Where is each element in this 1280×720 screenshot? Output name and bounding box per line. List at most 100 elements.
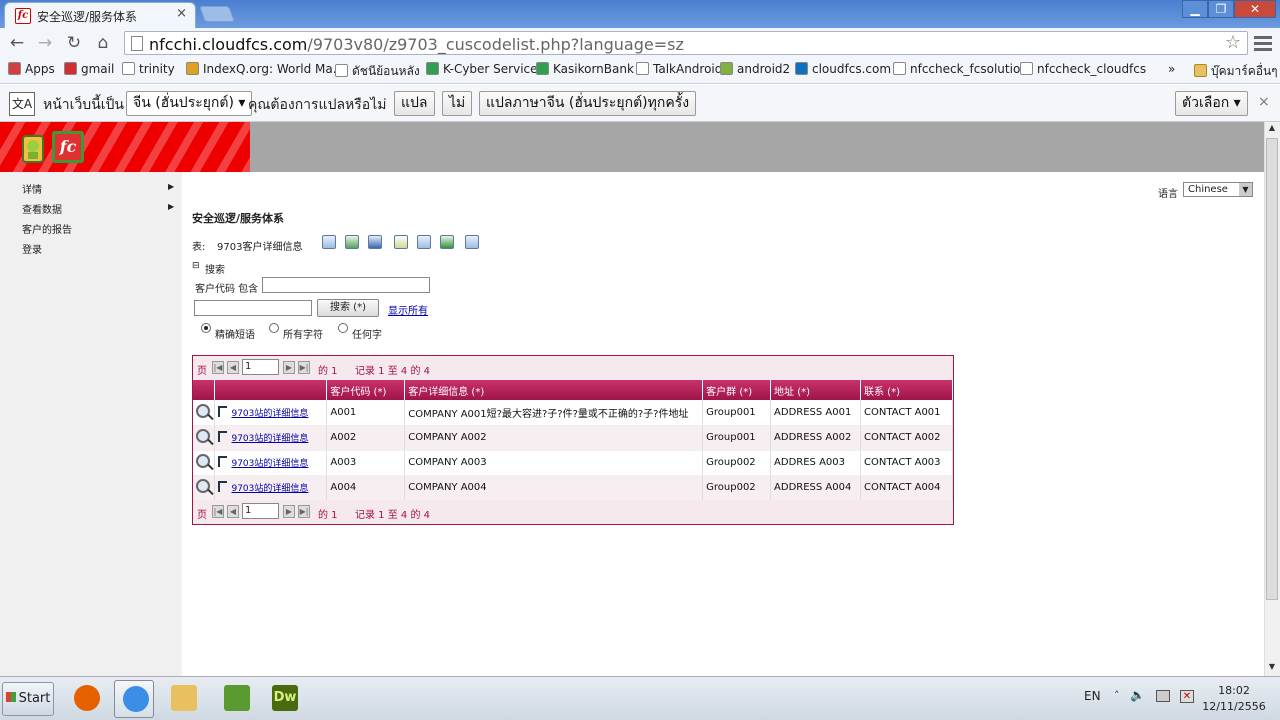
apps-grid-icon[interactable] [216, 680, 256, 718]
details-link[interactable]: 9703站的详细信息 [231, 409, 308, 419]
table-row: 9703站的详细信息 A004 COMPANY A004 Group002 ADDRES… [193, 475, 953, 501]
show-all-link[interactable]: 显示所有 [388, 302, 428, 317]
last-page-icon[interactable]: ▶| [298, 505, 310, 518]
tab-close-icon[interactable]: × [176, 6, 187, 21]
translate-close-icon[interactable]: × [1258, 94, 1270, 110]
last-page-icon[interactable]: ▶| [298, 361, 310, 374]
export-word-icon[interactable] [368, 235, 382, 249]
view-magnifier-icon[interactable] [196, 479, 210, 493]
bookmark-star-icon[interactable]: ☆ [1225, 32, 1241, 53]
bookmark-item[interactable]: trinity [122, 62, 175, 76]
tray-expand-icon[interactable]: ˄ [1114, 689, 1120, 702]
browser-tab[interactable]: fc 安全巡逻/服务体系 × [4, 2, 196, 28]
view-magnifier-icon[interactable] [196, 454, 210, 468]
address-bar[interactable]: nfcchi.cloudfcs.com/9703v80/z9703_cuscod… [124, 31, 1248, 55]
radio-exact-phrase[interactable] [201, 323, 211, 333]
translate-language-select[interactable]: จีน (ฮั่นประยุกต์) ▾ [126, 91, 253, 116]
bookmark-item[interactable]: nfccheck_cloudfcs [1020, 62, 1146, 76]
first-page-icon[interactable]: |◀ [212, 505, 224, 518]
forward-icon[interactable]: → [34, 33, 56, 53]
pager-label: 页 [197, 510, 207, 521]
sidebar-item-customer-report[interactable]: 客户的报告 [22, 221, 72, 236]
collapse-search-icon[interactable]: ⊟ [192, 261, 200, 271]
home-icon[interactable]: ⌂ [92, 33, 114, 53]
bookmark-item[interactable]: gmail [64, 62, 114, 76]
search-value-input[interactable] [262, 277, 430, 293]
maximize-button[interactable]: ❐ [1208, 0, 1234, 18]
bookmark-item[interactable]: cloudfcs.com [795, 62, 891, 76]
records-label: 记录 1 至 4 的 4 [355, 510, 430, 521]
minimize-button[interactable]: ▁ [1182, 0, 1208, 18]
details-link[interactable]: 9703站的详细信息 [231, 434, 308, 444]
back-icon[interactable]: ← [6, 33, 28, 53]
sidebar-item-view-data[interactable]: 查看数据 [22, 201, 62, 216]
chrome-icon[interactable] [114, 680, 154, 718]
bookmarks-overflow-chevron[interactable]: » [1168, 62, 1175, 76]
view-magnifier-icon[interactable] [196, 403, 210, 418]
window-close-button[interactable]: ✕ [1234, 0, 1276, 18]
prev-page-icon[interactable]: ◀ [227, 505, 239, 518]
column-header-customer-group[interactable]: 客户群 (*) [702, 380, 772, 400]
radio-all-words[interactable] [269, 323, 279, 333]
column-header-address[interactable]: 地址 (*) [770, 380, 861, 400]
reload-icon[interactable]: ↻ [63, 33, 85, 53]
details-link[interactable]: 9703站的详细信息 [231, 484, 308, 494]
clock-time[interactable]: 18:02 [1204, 684, 1264, 697]
email-icon[interactable] [465, 235, 479, 249]
export-xml-icon[interactable] [394, 235, 408, 249]
other-bookmarks-folder[interactable]: บุ๊คมาร์คอื่นๆ [1194, 62, 1278, 81]
bookmark-item[interactable]: nfccheck_fcsolution [893, 62, 1028, 76]
page-number-input[interactable]: 1 [242, 503, 279, 519]
page-number-input[interactable]: 1 [242, 359, 279, 375]
customer-detail-cell: COMPANY A003 [404, 450, 704, 476]
view-magnifier-icon[interactable] [196, 429, 210, 443]
bookmark-item[interactable]: KasikornBank [536, 62, 634, 76]
column-header-customer-code[interactable]: 客户代码 (*) [326, 380, 406, 400]
sidebar-item-login[interactable]: 登录 [22, 241, 42, 256]
bookmark-item[interactable]: android2 [720, 62, 790, 76]
tab-title: 安全巡逻/服务体系 [37, 10, 138, 24]
start-button[interactable]: Start [2, 682, 54, 716]
prev-page-icon[interactable]: ◀ [227, 361, 239, 374]
bookmark-item[interactable]: ดัชนีย้อนหลัง [335, 62, 420, 81]
search-field-input[interactable] [194, 300, 312, 316]
language-select[interactable]: Chinese ▼ [1183, 182, 1253, 197]
export-pdf-icon[interactable] [440, 235, 454, 249]
first-page-icon[interactable]: |◀ [212, 361, 224, 374]
bookmark-item[interactable]: TalkAndroid [636, 62, 722, 76]
network-icon[interactable] [1156, 690, 1170, 702]
search-button[interactable]: 搜索 (*) [317, 299, 379, 317]
translate-no-button[interactable]: ไม่ [442, 91, 473, 116]
language-indicator[interactable]: EN [1084, 689, 1101, 703]
chrome-menu-icon[interactable] [1254, 33, 1272, 51]
android-logo-icon [22, 135, 44, 163]
firefox-icon[interactable] [66, 680, 106, 718]
next-page-icon[interactable]: ▶ [283, 361, 295, 374]
bookmark-item[interactable]: Apps [8, 62, 55, 76]
scroll-down-icon[interactable]: ▼ [1266, 662, 1278, 675]
translate-always-button[interactable]: แปลภาษาจีน (ฮั่นประยุกต์)ทุกครั้ง [479, 91, 697, 116]
translate-options-button[interactable]: ตัวเลือก ▾ [1175, 91, 1248, 116]
next-page-icon[interactable]: ▶ [283, 505, 295, 518]
action-center-icon[interactable]: ✕ [1180, 690, 1194, 703]
customer-code-cell: A001 [326, 400, 406, 426]
clock-date[interactable]: 12/11/2556 [1200, 700, 1268, 713]
bookmark-item[interactable]: K-Cyber Service [426, 62, 538, 76]
column-header-contact[interactable]: 联系 (*) [860, 380, 953, 400]
explorer-icon[interactable] [163, 680, 203, 718]
details-link[interactable]: 9703站的详细信息 [231, 459, 308, 469]
new-tab-button[interactable] [199, 6, 235, 22]
translate-button[interactable]: แปล [394, 91, 435, 116]
scrollbar-thumb[interactable] [1266, 138, 1278, 600]
export-csv-icon[interactable] [417, 235, 431, 249]
dreamweaver-icon[interactable]: Dw [264, 680, 304, 718]
volume-icon[interactable]: 🔈 [1130, 688, 1145, 702]
sidebar-item-details[interactable]: 详情 [22, 181, 42, 196]
column-header-customer-detail[interactable]: 客户详细信息 (*) [404, 380, 704, 400]
scroll-up-icon[interactable]: ▲ [1266, 123, 1278, 136]
bookmark-item[interactable]: IndexQ.org: World Ma... [186, 62, 344, 76]
radio-any-word[interactable] [338, 323, 348, 333]
print-icon[interactable] [322, 235, 336, 249]
export-excel-icon[interactable] [345, 235, 359, 249]
translate-icon: 文A [9, 92, 35, 116]
